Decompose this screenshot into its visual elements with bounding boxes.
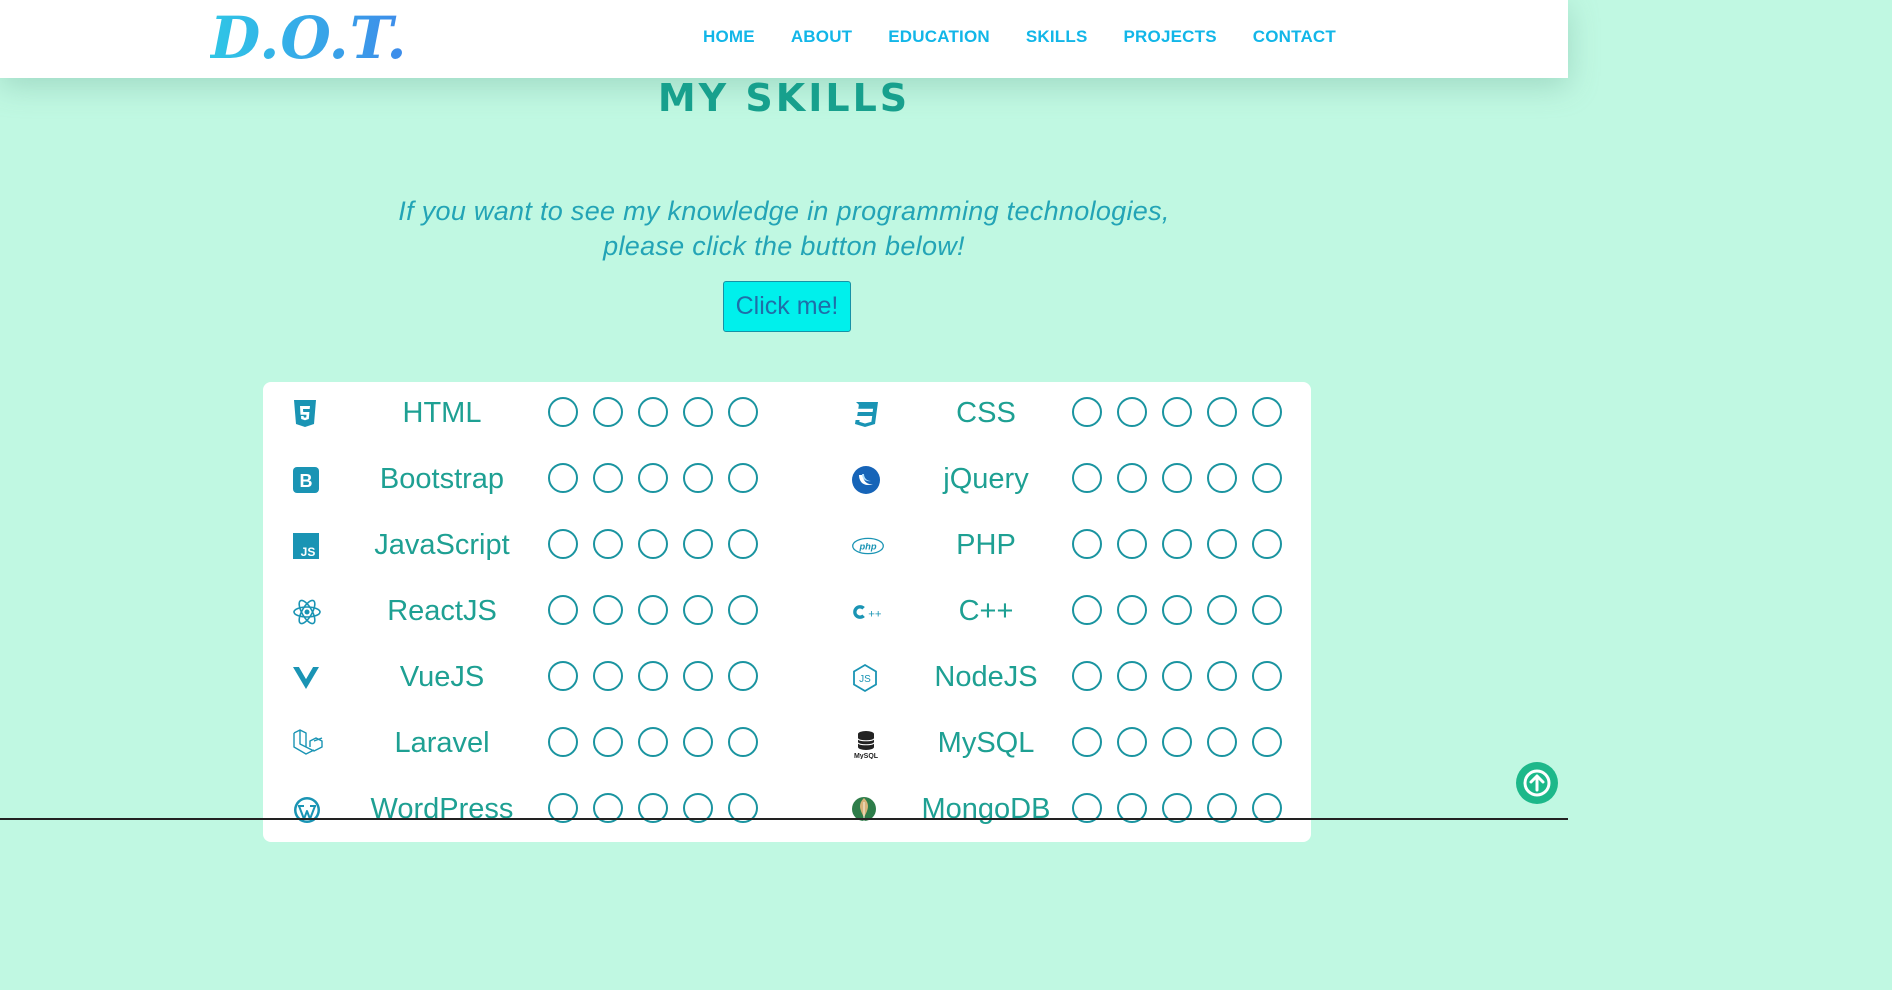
nav-links: HOME ABOUT EDUCATION SKILLS PROJECTS CON… xyxy=(667,27,1336,47)
rating-circle[interactable] xyxy=(1207,463,1237,493)
svg-text:JS: JS xyxy=(859,674,871,685)
rating-circle[interactable] xyxy=(1252,463,1282,493)
rating-circle[interactable] xyxy=(1072,529,1102,559)
nav-item-contact[interactable]: CONTACT xyxy=(1253,27,1336,47)
nav-item-education[interactable]: EDUCATION xyxy=(888,27,990,47)
rating-circle[interactable] xyxy=(1162,661,1192,691)
cplusplus-icon: ++ xyxy=(851,595,885,629)
rating-circle[interactable] xyxy=(1252,727,1282,757)
skill-rating xyxy=(1072,397,1282,427)
rating-circle[interactable] xyxy=(1072,595,1102,625)
skill-rating xyxy=(1072,529,1282,559)
skill-row: MySQL MySQL xyxy=(263,727,1311,777)
rating-circle[interactable] xyxy=(1117,397,1147,427)
svg-text:MySQL: MySQL xyxy=(854,753,879,759)
intro-line-2: please click the button below! xyxy=(603,231,965,261)
skill-name: NodeJS xyxy=(934,661,1038,693)
skill-name: CSS xyxy=(956,397,1016,429)
mongodb-icon xyxy=(851,793,885,827)
skill-name: MySQL xyxy=(937,727,1035,759)
nav-item-skills[interactable]: SKILLS xyxy=(1026,27,1088,47)
skill-name: PHP xyxy=(956,529,1016,561)
svg-text:++: ++ xyxy=(868,609,882,621)
rating-circle[interactable] xyxy=(1162,529,1192,559)
rating-circle[interactable] xyxy=(1117,661,1147,691)
section-title: MY SKILLS xyxy=(657,76,911,120)
arrow-up-circle-icon xyxy=(1523,769,1551,797)
intro-line-1: If you want to see my knowledge in progr… xyxy=(398,196,1170,226)
rating-circle[interactable] xyxy=(1162,595,1192,625)
css3-icon xyxy=(851,397,885,431)
skill-row: jQuery xyxy=(263,463,1311,513)
skill-row: JS NodeJS xyxy=(263,661,1311,711)
jquery-icon xyxy=(851,463,885,497)
skill-name: jQuery xyxy=(943,463,1029,495)
site-logo[interactable]: D.O.T. xyxy=(210,4,408,72)
nav-item-home[interactable]: HOME xyxy=(703,27,755,47)
rating-circle[interactable] xyxy=(1117,595,1147,625)
rating-circle[interactable] xyxy=(1207,727,1237,757)
rating-circle[interactable] xyxy=(1207,529,1237,559)
php-icon: php xyxy=(851,529,885,563)
rating-circle[interactable] xyxy=(1252,661,1282,691)
click-me-button[interactable]: Click me! xyxy=(723,281,851,332)
rating-circle[interactable] xyxy=(1252,397,1282,427)
rating-circle[interactable] xyxy=(1072,661,1102,691)
viewport-bottom-border xyxy=(0,818,1568,820)
rating-circle[interactable] xyxy=(1207,595,1237,625)
skill-rating xyxy=(1072,727,1282,757)
mysql-icon: MySQL xyxy=(851,727,885,761)
rating-circle[interactable] xyxy=(1207,397,1237,427)
skill-rating xyxy=(1072,463,1282,493)
skill-name: MongoDB xyxy=(921,793,1051,825)
rating-circle[interactable] xyxy=(1072,727,1102,757)
skills-card: HTML B Bootstrap JS JavaScript ReactJS VueJS La… xyxy=(263,382,1311,842)
rating-circle[interactable] xyxy=(1252,529,1282,559)
rating-circle[interactable] xyxy=(1072,397,1102,427)
svg-text:php: php xyxy=(858,541,876,551)
skill-rating xyxy=(1072,661,1282,691)
skill-row: CSS xyxy=(263,397,1311,447)
rating-circle[interactable] xyxy=(1072,463,1102,493)
skill-rating xyxy=(1072,595,1282,625)
rating-circle[interactable] xyxy=(1252,595,1282,625)
rating-circle[interactable] xyxy=(1117,727,1147,757)
rating-circle[interactable] xyxy=(1117,529,1147,559)
scroll-to-top-button[interactable] xyxy=(1516,762,1558,804)
rating-circle[interactable] xyxy=(1207,661,1237,691)
rating-circle[interactable] xyxy=(1162,397,1192,427)
rating-circle[interactable] xyxy=(1117,463,1147,493)
nav-item-projects[interactable]: PROJECTS xyxy=(1124,27,1217,47)
skills-intro: If you want to see my knowledge in progr… xyxy=(0,194,1568,264)
nav-item-about[interactable]: ABOUT xyxy=(791,27,852,47)
skill-name: C++ xyxy=(958,595,1014,627)
skill-row: php PHP xyxy=(263,529,1311,579)
rating-circle[interactable] xyxy=(1162,463,1192,493)
nodejs-icon: JS xyxy=(851,661,885,695)
rating-circle[interactable] xyxy=(1162,727,1192,757)
skill-row: ++ C++ xyxy=(263,595,1311,645)
navbar: D.O.T. HOME ABOUT EDUCATION SKILLS PROJE… xyxy=(0,0,1568,78)
